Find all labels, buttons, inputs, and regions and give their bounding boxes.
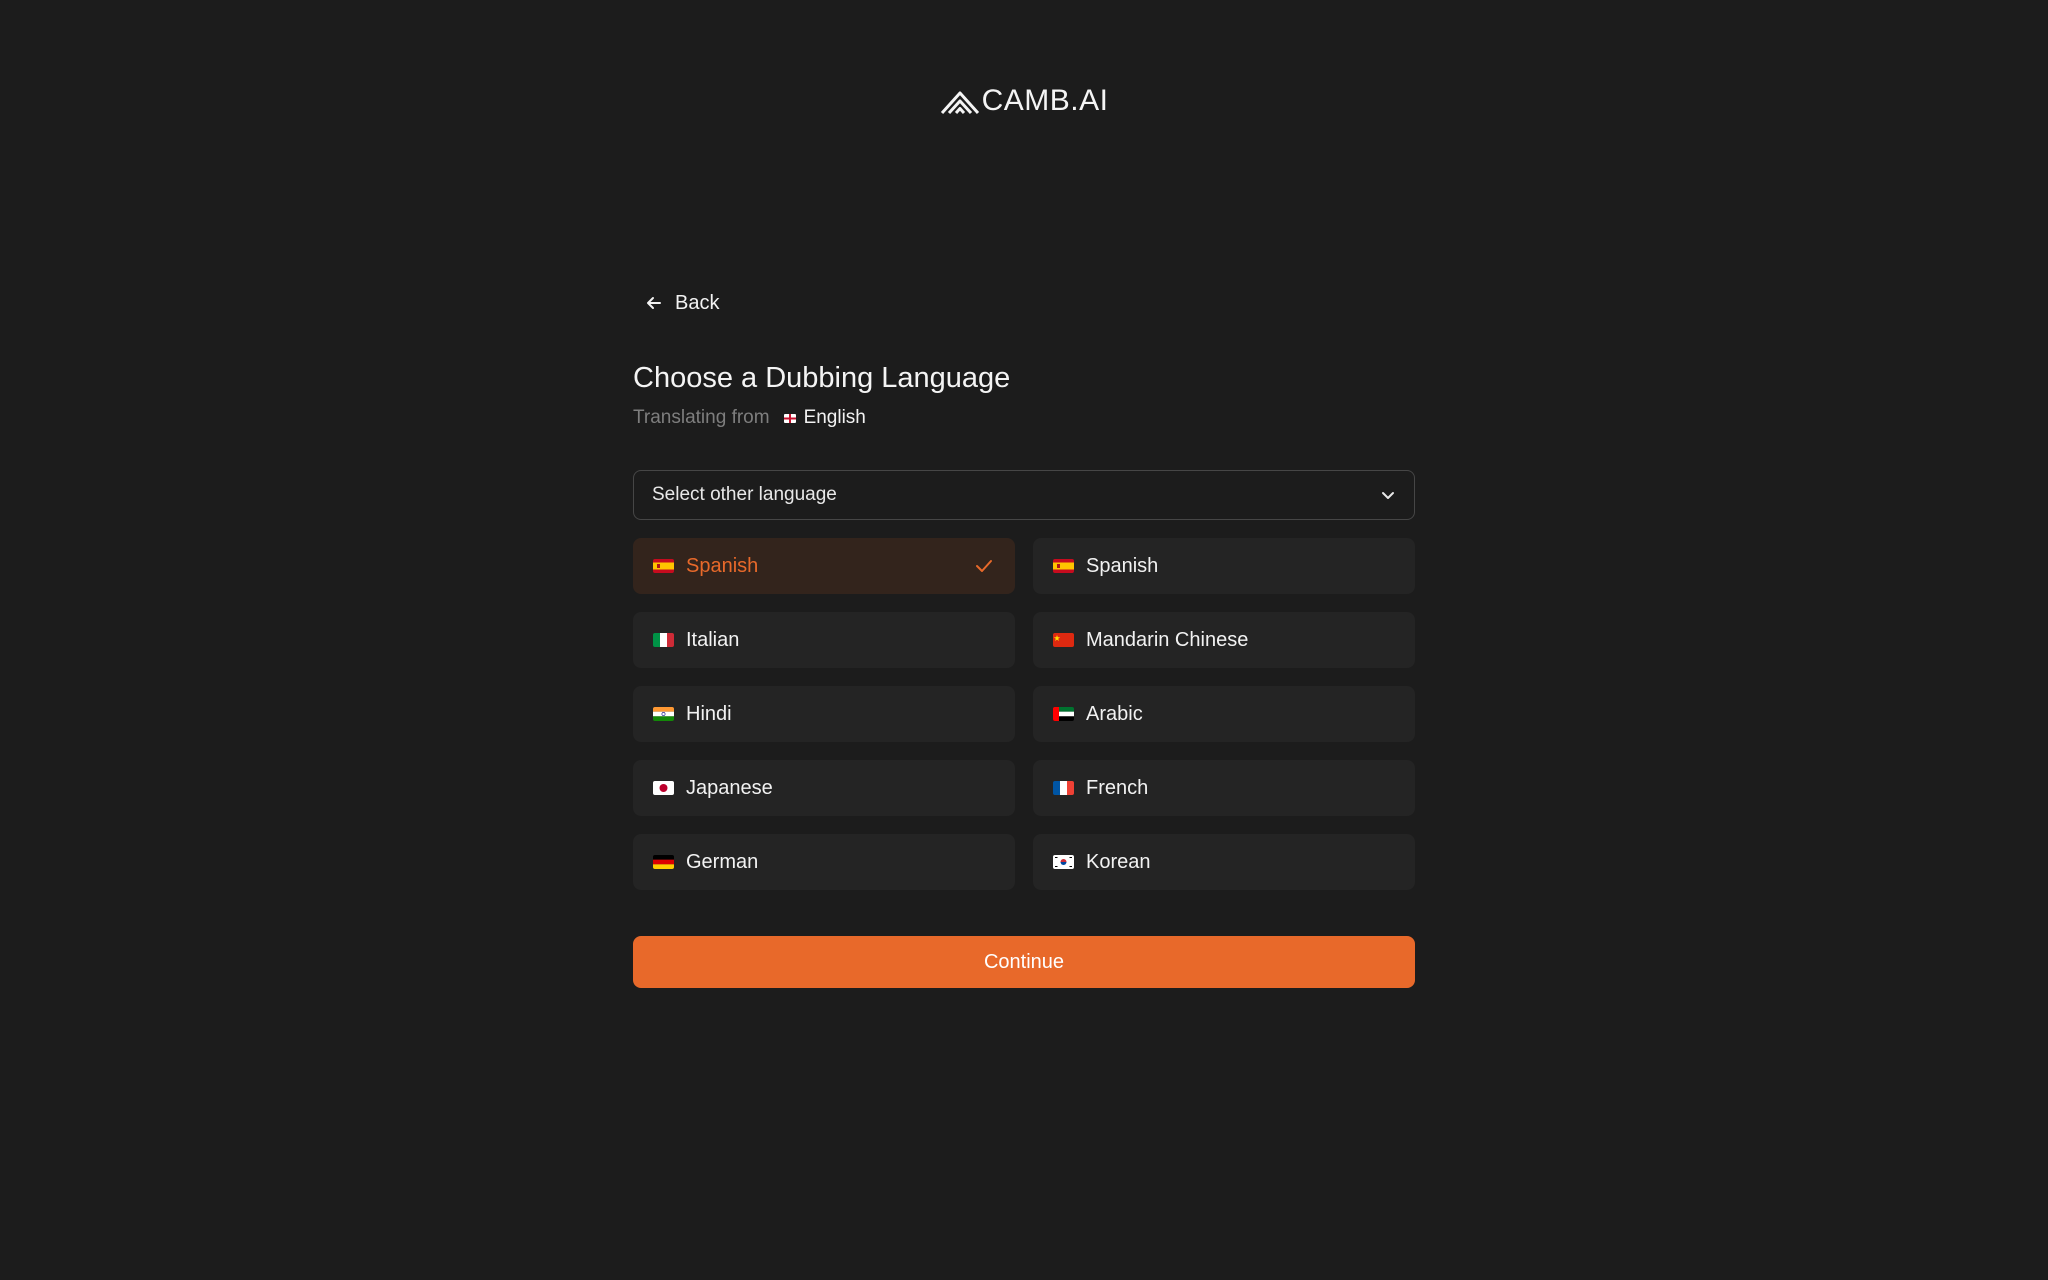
- check-icon: [976, 560, 992, 572]
- language-option-mandarin-chinese[interactable]: Mandarin Chinese: [1033, 612, 1415, 668]
- language-label: Italian: [686, 628, 740, 651]
- back-label: Back: [675, 291, 720, 314]
- language-option-french[interactable]: French: [1033, 760, 1415, 816]
- continue-button[interactable]: Continue: [633, 936, 1415, 988]
- language-option-spanish-alt[interactable]: Spanish: [1033, 538, 1415, 594]
- language-grid: Spanish Spanish Italian Mandarin Chinese…: [633, 538, 1415, 890]
- source-language-info: Translating from English: [633, 405, 1415, 431]
- language-label: Arabic: [1086, 702, 1143, 725]
- language-label: Korean: [1086, 850, 1151, 873]
- source-language-label: English: [803, 407, 866, 428]
- language-label: French: [1086, 776, 1149, 799]
- flag-it-icon: [653, 633, 674, 647]
- language-label: Mandarin Chinese: [1086, 628, 1249, 651]
- language-option-korean[interactable]: Korean: [1033, 834, 1415, 890]
- language-select[interactable]: Select other language: [633, 470, 1415, 520]
- language-option-japanese[interactable]: Japanese: [633, 760, 1015, 816]
- flag-de-icon: [653, 855, 674, 869]
- language-label: Spanish: [686, 554, 759, 577]
- arrow-left-icon: [647, 297, 661, 309]
- page: CAMB.AI Back Choose a Dubbing Language T…: [0, 0, 2048, 1280]
- language-option-german[interactable]: German: [633, 834, 1015, 890]
- language-option-spanish[interactable]: Spanish: [633, 538, 1015, 594]
- camb-logo-icon: [940, 91, 979, 115]
- subtitle-prefix: Translating from: [633, 407, 770, 428]
- language-option-arabic[interactable]: Arabic: [1033, 686, 1415, 742]
- flag-kr-icon: [1053, 855, 1074, 869]
- language-select-placeholder: Select other language: [652, 484, 837, 505]
- page-title: Choose a Dubbing Language: [633, 362, 1011, 394]
- flag-es-icon: [1053, 559, 1074, 573]
- flag-gb-icon: [783, 413, 796, 423]
- flag-fr-icon: [1053, 781, 1074, 795]
- chevron-down-icon: [1382, 492, 1394, 499]
- continue-label: Continue: [983, 950, 1065, 973]
- language-option-italian[interactable]: Italian: [633, 612, 1015, 668]
- brand-logo[interactable]: CAMB.AI: [0, 84, 2048, 118]
- language-label: Japanese: [686, 776, 773, 799]
- flag-in-icon: [653, 707, 674, 721]
- source-language: English: [783, 405, 866, 431]
- flag-es-icon: [653, 559, 674, 573]
- language-panel: Back Choose a Dubbing Language Translati…: [633, 286, 1415, 988]
- logo-text: CAMB.AI: [981, 84, 1109, 117]
- language-label: Hindi: [686, 702, 732, 725]
- flag-jp-icon: [653, 781, 674, 795]
- language-label: Spanish: [1086, 554, 1159, 577]
- flag-cn-icon: [1053, 633, 1074, 647]
- flag-ae-icon: [1053, 707, 1074, 721]
- language-option-hindi[interactable]: Hindi: [633, 686, 1015, 742]
- language-label: German: [686, 850, 759, 873]
- back-button[interactable]: Back: [633, 286, 729, 320]
